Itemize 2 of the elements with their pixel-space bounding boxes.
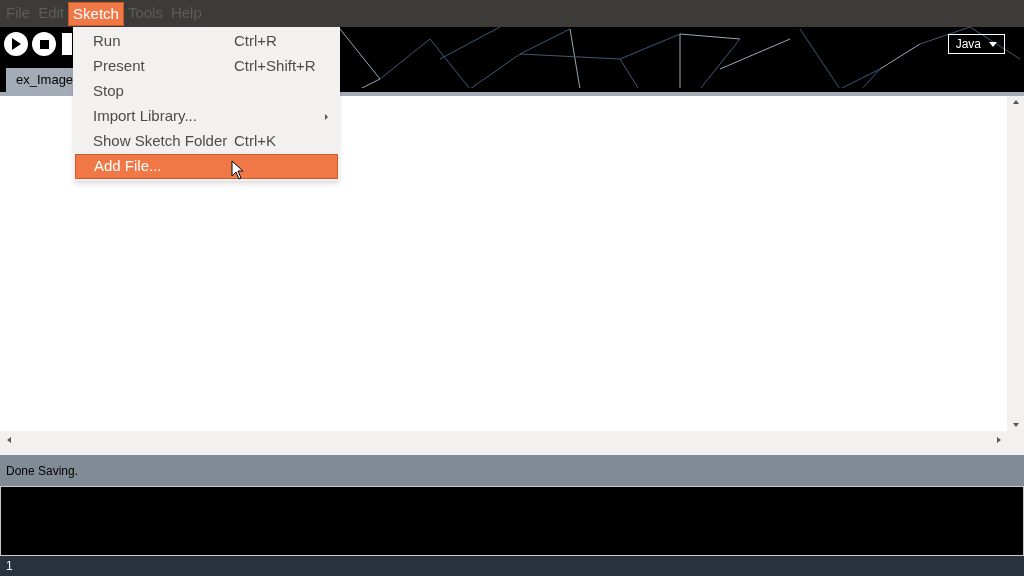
status-message: Done Saving.	[6, 462, 79, 480]
line-number: 1	[6, 558, 13, 575]
